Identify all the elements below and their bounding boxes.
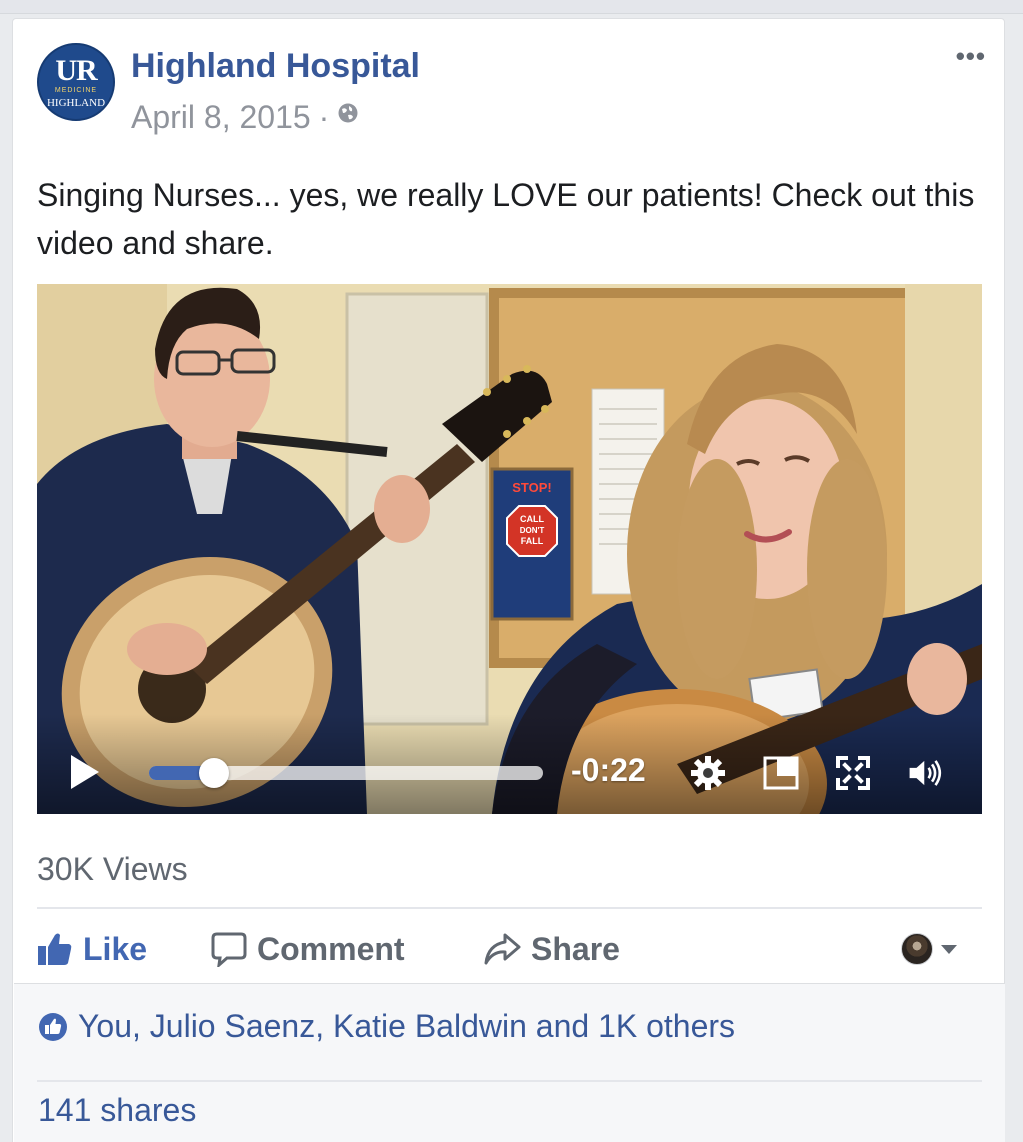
comment-bubble-icon bbox=[211, 932, 247, 967]
progress-handle[interactable] bbox=[199, 758, 230, 788]
top-strip bbox=[0, 0, 1023, 14]
like-label: Like bbox=[83, 930, 148, 967]
comment-label: Comment bbox=[257, 930, 405, 967]
video-player[interactable]: STOP! CALL DON'T FALL -0:22 bbox=[37, 284, 982, 814]
picture-in-picture-icon[interactable] bbox=[762, 754, 800, 792]
like-badge-icon bbox=[39, 1012, 67, 1041]
page-name-link[interactable]: Highland Hospital bbox=[131, 47, 420, 86]
actions-divider bbox=[37, 907, 982, 909]
share-arrow-icon bbox=[484, 933, 521, 965]
post-footer: You, Julio Saenz, Katie Baldwin and 1K o… bbox=[14, 983, 1005, 1142]
meta-separator: · bbox=[318, 99, 330, 135]
time-remaining: -0:22 bbox=[571, 752, 646, 788]
comment-button[interactable]: Comment bbox=[211, 929, 405, 969]
poster-heading: STOP! bbox=[512, 480, 552, 495]
page-avatar[interactable]: UR MEDICINE HIGHLAND bbox=[37, 43, 115, 121]
settings-gear-icon[interactable] bbox=[689, 754, 727, 792]
poster-line-2: DON'T bbox=[520, 526, 545, 535]
view-count: 30K Views bbox=[37, 851, 188, 887]
post-text: Singing Nurses... yes, we really LOVE ou… bbox=[37, 177, 975, 261]
video-controls: -0:22 bbox=[37, 714, 982, 814]
poster-line-3: FALL bbox=[521, 536, 544, 546]
play-icon[interactable] bbox=[67, 752, 101, 792]
post-date[interactable]: April 8, 2015 bbox=[131, 99, 311, 136]
fullscreen-icon[interactable] bbox=[834, 754, 872, 792]
post-meta: April 8, 2015 · bbox=[131, 99, 359, 136]
post-card: UR MEDICINE HIGHLAND Highland Hospital A… bbox=[12, 18, 1005, 1142]
share-count[interactable]: 141 shares bbox=[38, 1092, 196, 1129]
likers-text: You, Julio Saenz, Katie Baldwin and 1K o… bbox=[78, 1008, 736, 1044]
user-avatar bbox=[901, 933, 933, 965]
chevron-down-icon bbox=[941, 944, 957, 954]
avatar-logo-bottom: HIGHLAND bbox=[46, 96, 106, 109]
footer-divider bbox=[37, 1080, 982, 1082]
progress-bar[interactable] bbox=[149, 758, 543, 788]
avatar-logo-top: UR bbox=[55, 53, 97, 87]
share-button[interactable]: Share bbox=[483, 929, 620, 969]
like-button[interactable]: Like bbox=[37, 929, 147, 969]
thumbs-up-icon bbox=[38, 933, 72, 965]
avatar-logo-sub: MEDICINE bbox=[54, 86, 98, 94]
share-label: Share bbox=[531, 930, 620, 967]
reactions-summary[interactable]: You, Julio Saenz, Katie Baldwin and 1K o… bbox=[38, 1008, 735, 1045]
globe-icon[interactable] bbox=[337, 102, 359, 124]
poster-line-1: CALL bbox=[520, 514, 544, 524]
post-as-selector[interactable] bbox=[901, 933, 957, 965]
volume-icon[interactable] bbox=[907, 754, 945, 792]
more-options-button[interactable]: ••• bbox=[956, 41, 986, 72]
